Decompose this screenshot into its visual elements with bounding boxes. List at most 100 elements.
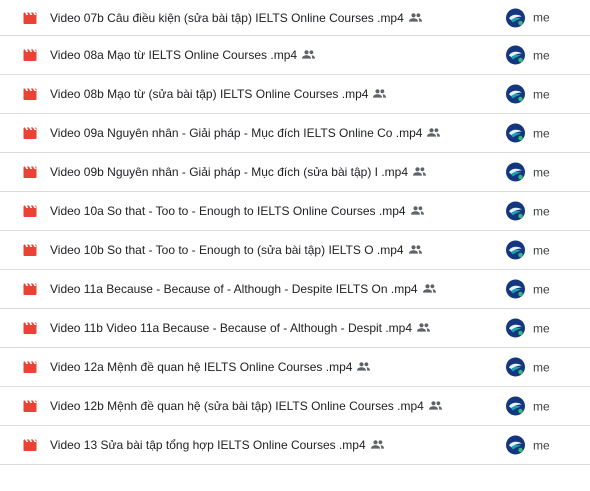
- owner-name: me: [533, 282, 550, 296]
- shared-people-icon: [408, 245, 422, 254]
- shared-people-icon: [413, 167, 427, 176]
- avatar[interactable]: [506, 162, 525, 182]
- shared-people-icon: [427, 128, 441, 137]
- file-row[interactable]: Video 11b Video 11a Because - Because of…: [0, 309, 590, 348]
- shared-people-icon: [302, 50, 316, 59]
- owner-name: me: [533, 243, 550, 257]
- owner-cell: me: [506, 435, 550, 455]
- shared-people-icon: [408, 13, 422, 22]
- owner-name: me: [533, 399, 550, 413]
- owner-cell: me: [506, 123, 550, 143]
- avatar[interactable]: [506, 45, 525, 65]
- video-file-icon: [23, 49, 37, 61]
- video-file-icon: [23, 127, 37, 139]
- shared-people-icon: [410, 206, 424, 215]
- avatar-logo-icon: [509, 14, 523, 25]
- avatar[interactable]: [506, 201, 525, 221]
- video-file-icon: [23, 244, 37, 256]
- file-row[interactable]: Video 09b Nguyên nhân - Giải pháp - Mục …: [0, 153, 590, 192]
- owner-cell: me: [506, 357, 550, 377]
- avatar[interactable]: [506, 279, 525, 299]
- avatar-logo-icon: [509, 51, 523, 63]
- owner-name: me: [533, 87, 550, 101]
- owner-cell: me: [506, 201, 550, 221]
- avatar[interactable]: [506, 435, 525, 455]
- file-row[interactable]: Video 07b Câu điều kiện (sửa bài tập) IE…: [0, 0, 590, 36]
- owner-cell: me: [506, 84, 550, 104]
- owner-cell: me: [506, 396, 550, 416]
- video-file-icon: [23, 12, 37, 24]
- owner-cell: me: [506, 162, 550, 182]
- file-row[interactable]: Video 12b Mệnh đề quan hệ (sửa bài tập) …: [0, 387, 590, 426]
- file-name-cell: Video 10a So that - Too to - Enough to I…: [50, 204, 424, 218]
- file-name-cell: Video 12a Mệnh đề quan hệ IELTS Online C…: [50, 360, 371, 374]
- avatar-logo-icon: [509, 324, 523, 336]
- file-list: Video 07b Câu điều kiện (sửa bài tập) IE…: [0, 0, 590, 465]
- avatar[interactable]: [506, 318, 525, 338]
- avatar[interactable]: [506, 357, 525, 377]
- file-name-cell: Video 11b Video 11a Because - Because of…: [50, 321, 431, 335]
- owner-cell: me: [506, 8, 550, 27]
- video-file-icon: [23, 283, 37, 295]
- shared-people-icon: [428, 401, 442, 410]
- avatar[interactable]: [506, 84, 525, 104]
- file-name: Video 07b Câu điều kiện (sửa bài tập) IE…: [50, 10, 404, 25]
- owner-name: me: [533, 204, 550, 218]
- avatar-logo-icon: [509, 129, 523, 141]
- file-name: Video 11b Video 11a Because - Because of…: [50, 321, 413, 335]
- video-file-icon: [23, 166, 37, 178]
- shared-people-icon: [370, 440, 384, 449]
- file-name: Video 10b So that - Too to - Enough to (…: [50, 243, 404, 257]
- avatar[interactable]: [506, 396, 525, 416]
- file-row[interactable]: Video 11a Because - Because of - Althoug…: [0, 270, 590, 309]
- owner-cell: me: [506, 318, 550, 338]
- file-row[interactable]: Video 10a So that - Too to - Enough to I…: [0, 192, 590, 231]
- file-row[interactable]: Video 13 Sửa bài tập tổng hợp IELTS Onli…: [0, 426, 590, 465]
- owner-name: me: [533, 48, 550, 62]
- avatar[interactable]: [506, 240, 525, 260]
- video-file-icon: [23, 361, 37, 373]
- file-name: Video 09b Nguyên nhân - Giải pháp - Mục …: [50, 165, 409, 179]
- file-name-cell: Video 07b Câu điều kiện (sửa bài tập) IE…: [50, 11, 422, 25]
- file-name-cell: Video 08a Mạo từ IELTS Online Courses .m…: [50, 48, 316, 62]
- file-name: Video 09a Nguyên nhân - Giải pháp - Mục …: [50, 126, 423, 140]
- avatar[interactable]: [506, 123, 525, 143]
- file-name: Video 11a Because - Because of - Althoug…: [50, 282, 418, 296]
- avatar-logo-icon: [509, 285, 523, 297]
- owner-name: me: [533, 165, 550, 179]
- file-name: Video 12b Mệnh đề quan hệ (sửa bài tập) …: [50, 399, 424, 413]
- video-file-icon: [23, 439, 37, 451]
- file-name: Video 12a Mệnh đề quan hệ IELTS Online C…: [50, 360, 353, 374]
- owner-cell: me: [506, 279, 550, 299]
- file-name-cell: Video 13 Sửa bài tập tổng hợp IELTS Onli…: [50, 438, 384, 452]
- shared-people-icon: [417, 323, 431, 332]
- file-name: Video 13 Sửa bài tập tổng hợp IELTS Onli…: [50, 438, 366, 452]
- avatar-logo-icon: [509, 246, 523, 258]
- owner-cell: me: [506, 240, 550, 260]
- file-row[interactable]: Video 09a Nguyên nhân - Giải pháp - Mục …: [0, 114, 590, 153]
- file-name-cell: Video 08b Mạo từ (sửa bài tập) IELTS Onl…: [50, 87, 387, 101]
- file-name-cell: Video 09b Nguyên nhân - Giải pháp - Mục …: [50, 165, 427, 179]
- file-name-cell: Video 11a Because - Because of - Althoug…: [50, 282, 436, 296]
- owner-name: me: [533, 438, 550, 452]
- avatar-logo-icon: [509, 90, 523, 102]
- owner-cell: me: [506, 45, 550, 65]
- owner-name: me: [533, 360, 550, 374]
- avatar-logo-icon: [509, 207, 523, 219]
- file-row[interactable]: Video 12a Mệnh đề quan hệ IELTS Online C…: [0, 348, 590, 387]
- video-file-icon: [23, 205, 37, 217]
- file-row[interactable]: Video 08b Mạo từ (sửa bài tập) IELTS Onl…: [0, 75, 590, 114]
- file-name-cell: Video 12b Mệnh đề quan hệ (sửa bài tập) …: [50, 399, 442, 413]
- owner-name: me: [533, 321, 550, 335]
- file-name: Video 08b Mạo từ (sửa bài tập) IELTS Onl…: [50, 87, 369, 101]
- file-row[interactable]: Video 08a Mạo từ IELTS Online Courses .m…: [0, 36, 590, 75]
- shared-people-icon: [357, 362, 371, 371]
- file-row[interactable]: Video 10b So that - Too to - Enough to (…: [0, 231, 590, 270]
- file-name-cell: Video 09a Nguyên nhân - Giải pháp - Mục …: [50, 126, 441, 140]
- video-file-icon: [23, 322, 37, 334]
- shared-people-icon: [422, 284, 436, 293]
- owner-name: me: [533, 10, 550, 25]
- owner-name: me: [533, 126, 550, 140]
- avatar[interactable]: [506, 8, 525, 27]
- file-name: Video 08a Mạo từ IELTS Online Courses .m…: [50, 48, 298, 62]
